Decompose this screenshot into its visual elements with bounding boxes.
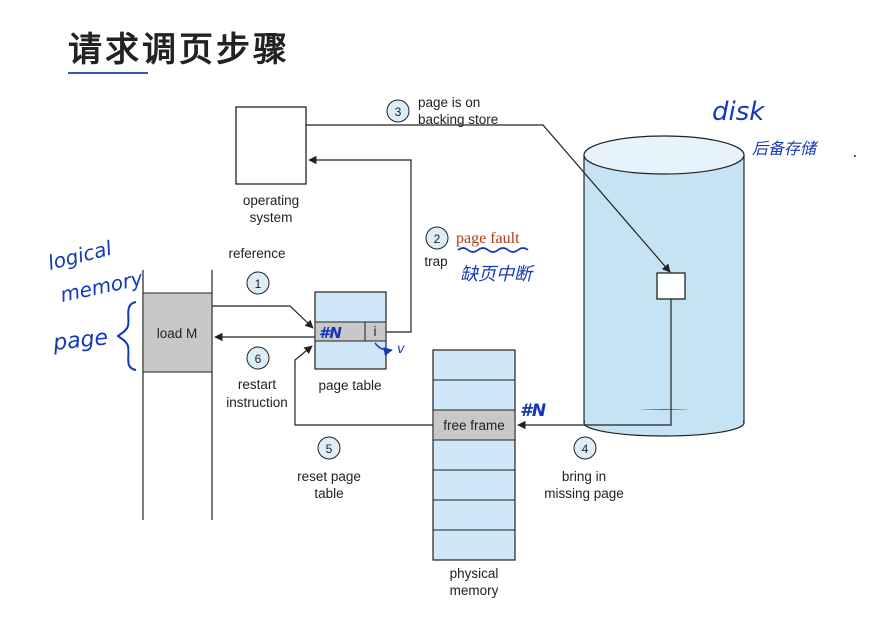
step-3-label-line2: backing store [418, 112, 498, 127]
arrow-reference [212, 305, 314, 329]
step-6: 6 [246, 346, 270, 370]
step-2: 2 [425, 226, 449, 250]
step-4-number: 4 [582, 442, 589, 456]
annotation-logical: logical [45, 236, 114, 275]
step-4-label-line2: missing page [544, 486, 624, 501]
step-3: 3 [386, 99, 410, 123]
page-table-label: page table [318, 378, 381, 393]
step-5-label-line2: table [314, 486, 343, 501]
page-brace [116, 301, 137, 371]
step-1-label: reference [228, 246, 285, 261]
step-3-label-line1: page is on [418, 95, 480, 110]
step-5: 5 [317, 436, 341, 460]
step-2-label: trap [424, 254, 447, 269]
annotation-page-fault-cn: 缺页中断 [460, 264, 535, 285]
step-1-number: 1 [255, 277, 262, 291]
physical-memory [432, 349, 516, 561]
step-3-number: 3 [395, 105, 402, 119]
page-fault-wavy-underline [457, 247, 529, 253]
step-4-label-line1: bring in [562, 469, 606, 484]
os-label-line2: system [250, 210, 293, 225]
annotation-memory: memory [58, 266, 146, 307]
missing-page-on-disk [656, 272, 686, 300]
free-frame-label: free frame [443, 418, 505, 433]
load-m-label: load M [157, 326, 198, 341]
annotation-disk: disk [712, 97, 765, 127]
step-6-label-line1: restart [238, 377, 277, 392]
step-6-label-line2: instruction [226, 395, 288, 410]
invalid-bit: i [374, 324, 377, 339]
os-label-line1: operating [243, 193, 299, 208]
annotation-page-fault: page fault [456, 230, 520, 247]
physical-memory-label-line1: physical [450, 566, 499, 581]
annotation-entry-number: #N [319, 324, 342, 342]
demand-paging-diagram: operating system load M i page table fre… [45, 95, 858, 598]
step-4: 4 [573, 436, 597, 460]
physical-memory-label-line2: memory [450, 583, 499, 598]
annotation-valid-bit: v [397, 342, 405, 357]
step-5-number: 5 [326, 442, 333, 456]
step-1: 1 [246, 271, 270, 295]
annotation-disk-dot: . [853, 142, 858, 161]
operating-system-box [235, 106, 307, 185]
step-2-number: 2 [434, 232, 441, 246]
annotation-backing-store: 后备存储 [752, 139, 819, 158]
step-5-label-line1: reset page [297, 469, 361, 484]
step-6-number: 6 [255, 352, 262, 366]
annotation-page: page [51, 325, 109, 356]
annotation-frame-number: #N [520, 401, 546, 421]
